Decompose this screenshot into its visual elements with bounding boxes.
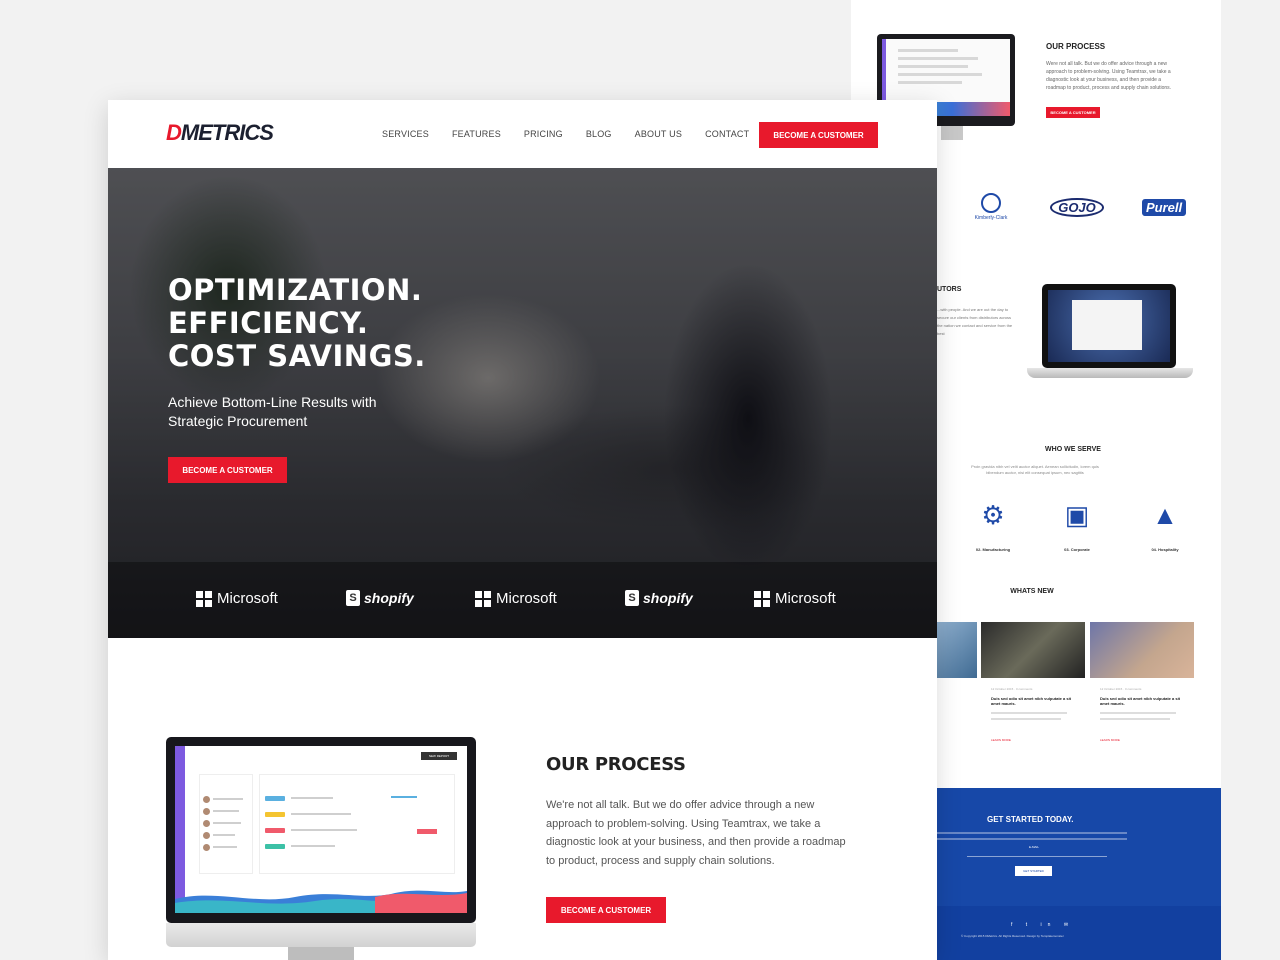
- nav-services[interactable]: SERVICES: [382, 129, 429, 139]
- microsoft-icon: [754, 590, 770, 607]
- site-logo[interactable]: DMETRICS: [166, 120, 274, 146]
- kimberly-clark-icon: [981, 193, 1001, 213]
- microsoft-icon: [196, 590, 212, 607]
- monitor-stand: [288, 947, 354, 960]
- microsoft-logo: Microsoft: [475, 590, 557, 607]
- presentation-board-icon: ▣: [1064, 500, 1090, 530]
- monitor-chin: [166, 923, 476, 947]
- shopping-bag-icon: S: [346, 590, 360, 606]
- dashboard-screen: NEW REPORT: [175, 746, 467, 913]
- gojo-logo: GOJO: [1047, 190, 1107, 224]
- serve-item-manufacturing[interactable]: ⚙ 02. Manufacturing: [963, 500, 1023, 556]
- purell-logo: Purell: [1141, 190, 1187, 224]
- nav-pricing[interactable]: PRICING: [524, 129, 563, 139]
- nav-about-us[interactable]: ABOUT US: [635, 129, 682, 139]
- learn-more-link[interactable]: LEARN MORE: [991, 738, 1011, 742]
- hero-title: OPTIMIZATION. EFFICIENCY. COST SAVINGS.: [168, 273, 426, 373]
- section-title: UTORS: [937, 286, 962, 293]
- nav-blog[interactable]: BLOG: [586, 129, 612, 139]
- process-text: We're not all talk. But we do offer advi…: [546, 799, 846, 867]
- learn-more-link[interactable]: LEARN MORE: [1100, 738, 1120, 742]
- section-text: ...with people. And we are out the day t…: [937, 307, 1013, 336]
- partner-logos-bar: Microsoft S shopify Microsoft S shopify …: [108, 562, 937, 638]
- who-we-serve-text: Proin gravida nibh vel velit auctor aliq…: [971, 464, 1099, 475]
- kimberly-clark-logo: Kimberly-Clark: [967, 190, 1015, 224]
- section-text: Were not all talk. But we do offer advic…: [1046, 61, 1172, 91]
- news-image[interactable]: [937, 622, 977, 678]
- email-field[interactable]: E-MAIL: [1014, 845, 1054, 851]
- hero-section: OPTIMIZATION. EFFICIENCY. COST SAVINGS. …: [108, 168, 937, 638]
- hero-subtitle: Achieve Bottom-Line Results with Strateg…: [168, 394, 377, 429]
- factory-worker-icon: ⚙: [981, 500, 1005, 530]
- header-become-customer-button[interactable]: BECOME A CUSTOMER: [759, 122, 878, 148]
- whats-new-title: WHATS NEW: [1010, 588, 1054, 595]
- serve-item-corporate[interactable]: ▣ 03. Corporate: [1047, 500, 1107, 556]
- news-image[interactable]: [1090, 622, 1194, 678]
- new-report-button: NEW REPORT: [421, 752, 457, 760]
- news-headline[interactable]: Duis sed odio sit amet nibh vulputate a …: [991, 696, 1075, 706]
- footer: [937, 906, 1221, 960]
- monitor-stand: [941, 126, 963, 140]
- shopify-logo: S shopify: [625, 590, 693, 606]
- become-customer-button[interactable]: BECOME A CUSTOMER: [1046, 107, 1100, 118]
- dashboard-monitor-mockup: NEW REPORT: [166, 737, 476, 923]
- shopify-logo: S shopify: [346, 590, 414, 606]
- news-image[interactable]: [981, 622, 1085, 678]
- dashboard-wave-chart: [175, 890, 467, 913]
- get-started-button[interactable]: GET STARTED: [1015, 866, 1052, 876]
- news-meta: 12 October 2015 · 0 comments: [991, 687, 1033, 691]
- nav-features[interactable]: FEATURES: [452, 129, 501, 139]
- shopping-bag-icon: S: [625, 590, 639, 606]
- hero-content: OPTIMIZATION. EFFICIENCY. COST SAVINGS. …: [168, 274, 426, 483]
- front-page-preview: DMETRICS SERVICES FEATURES PRICING BLOG …: [108, 100, 937, 960]
- social-icons[interactable]: f t in ✉: [1011, 922, 1074, 928]
- footer-copyright: © Copyright 2015 DMetrics. All Rights Re…: [961, 934, 1064, 938]
- process-become-customer-button[interactable]: BECOME A CUSTOMER: [546, 897, 666, 923]
- microsoft-icon: [475, 590, 491, 607]
- news-headline[interactable]: Duis sed odio sit amet nibh vulputate a …: [1100, 696, 1184, 706]
- microsoft-logo: Microsoft: [754, 590, 836, 607]
- serve-item-hospitality[interactable]: ▲ 04. Hospitality: [1135, 500, 1195, 556]
- news-meta: 12 October 2015 · 0 comments: [1100, 687, 1142, 691]
- nav-contact[interactable]: CONTACT: [705, 129, 749, 139]
- hero-become-customer-button[interactable]: BECOME A CUSTOMER: [168, 457, 287, 483]
- microsoft-logo: Microsoft: [196, 590, 278, 607]
- laptop-mockup: [1042, 284, 1176, 368]
- section-title: OUR PROCESS: [1046, 42, 1106, 51]
- laptop-base: [1027, 368, 1193, 378]
- service-bell-icon: ▲: [1152, 500, 1178, 530]
- get-started-title: GET STARTED TODAY.: [987, 815, 1074, 824]
- main-nav: SERVICES FEATURES PRICING BLOG ABOUT US …: [382, 129, 772, 139]
- process-title: OUR PROCESS: [546, 754, 686, 775]
- site-header: DMETRICS SERVICES FEATURES PRICING BLOG …: [108, 100, 937, 168]
